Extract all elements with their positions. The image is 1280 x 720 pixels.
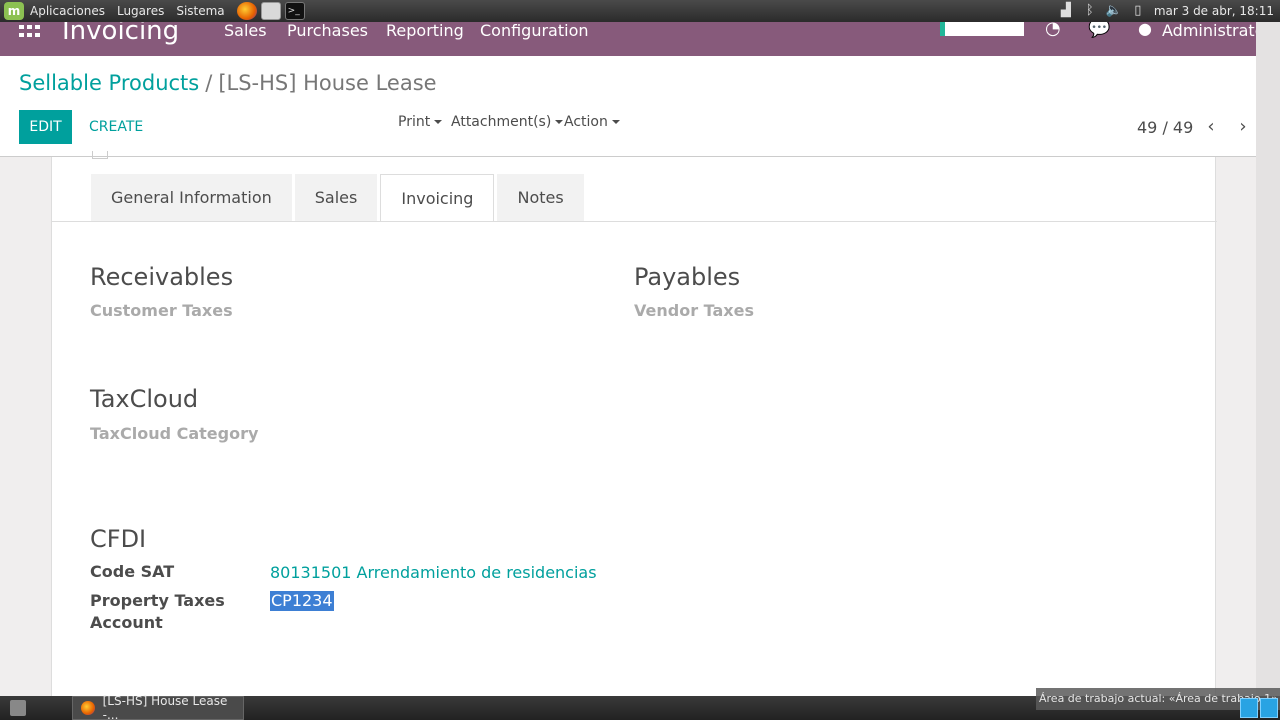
notebook-tabs: General Information Sales Invoicing Note… — [91, 174, 587, 222]
print-dropdown[interactable]: Print — [398, 114, 443, 130]
nav-menu-sales[interactable]: Sales — [224, 21, 267, 40]
user-menu[interactable]: Administrato — [1162, 21, 1265, 40]
os-top-panel: m Aplicaciones Lugares Sistema >_ ▟ ᛒ 🔈 … — [0, 0, 1280, 22]
create-button[interactable]: CREATE — [89, 110, 143, 144]
workspace-switcher[interactable] — [1240, 698, 1278, 718]
network-signal-icon[interactable]: ▟ — [1058, 3, 1074, 19]
taxcloud-category-label: TaxCloud Category — [90, 424, 259, 443]
edit-button[interactable]: EDIT — [19, 110, 72, 144]
attachments-dropdown[interactable]: Attachment(s) — [451, 114, 564, 130]
tab-invoicing[interactable]: Invoicing — [380, 174, 495, 222]
breadcrumb-separator: / — [205, 71, 213, 95]
apps-grid-icon[interactable] — [19, 25, 41, 39]
breadcrumb: Sellable Products / [LS-HS] House Lease — [19, 71, 437, 95]
property-taxes-label-line1: Property Taxes — [90, 591, 225, 610]
section-title-taxcloud: TaxCloud — [90, 385, 199, 413]
form-sheet: General Information Sales Invoicing Note… — [51, 151, 1217, 697]
tab-notes[interactable]: Notes — [497, 174, 584, 221]
vendor-taxes-label: Vendor Taxes — [634, 301, 754, 320]
section-title-receivables: Receivables — [90, 263, 234, 291]
volume-icon[interactable]: 🔈 — [1106, 3, 1122, 19]
section-title-cfdi: CFDI — [90, 525, 147, 553]
bluetooth-icon[interactable]: ᛒ — [1082, 3, 1098, 19]
activities-clock-icon[interactable]: ◔ — [1045, 20, 1067, 42]
attachments-dropdown-label: Attachment(s) — [451, 114, 552, 130]
pager-value[interactable]: 49 / 49 — [1137, 118, 1193, 137]
terminal-launcher-icon[interactable]: >_ — [284, 2, 305, 20]
os-clock[interactable]: mar 3 de abr, 18:11 — [1154, 4, 1274, 18]
pager-previous-chevron-left-icon[interactable]: ‹ — [1201, 116, 1221, 138]
caret-down-icon — [434, 120, 443, 124]
action-dropdown-label: Action — [564, 114, 608, 130]
checkbox-edge — [92, 151, 108, 159]
taskbar-window-button[interactable]: [LS-HS] House Lease -... — [72, 694, 244, 720]
control-panel: Sellable Products / [LS-HS] House Lease ED… — [0, 56, 1256, 157]
section-title-payables: Payables — [634, 263, 741, 291]
action-dropdown[interactable]: Action — [564, 114, 620, 130]
tab-general-information[interactable]: General Information — [91, 174, 292, 221]
property-taxes-account-value[interactable]: CP1234 — [270, 591, 334, 611]
messaging-chat-icon[interactable]: 💬 — [1088, 20, 1110, 42]
taskbar-window-title: [LS-HS] House Lease -... — [102, 694, 228, 720]
os-menu-places[interactable]: Lugares — [117, 4, 164, 18]
nav-menu-configuration[interactable]: Configuration — [480, 21, 589, 40]
battery-icon[interactable]: ▯ — [1130, 3, 1146, 19]
nav-menu-reporting[interactable]: Reporting — [386, 21, 464, 40]
breadcrumb-parent-link[interactable]: Sellable Products — [19, 71, 199, 95]
property-taxes-label-line2: Account — [90, 613, 163, 632]
tabs-divider — [52, 221, 1217, 222]
code-sat-label: Code SAT — [90, 562, 175, 581]
caret-down-icon — [611, 120, 620, 124]
breadcrumb-current: [LS-HS] House Lease — [218, 71, 437, 95]
nav-menu-purchases[interactable]: Purchases — [287, 21, 368, 40]
print-dropdown-label: Print — [398, 114, 431, 130]
firefox-launcher-icon[interactable] — [236, 2, 257, 20]
firefox-icon — [81, 701, 95, 715]
navbar-progress-widget[interactable] — [940, 22, 1024, 36]
code-sat-link[interactable]: 80131501 Arrendamiento de residencias — [270, 563, 597, 582]
linux-mint-menu-icon[interactable]: m — [4, 2, 24, 20]
app-navbar: Invoicing Sales Purchases Reporting Conf… — [0, 16, 1265, 56]
window-right-edge — [1256, 22, 1280, 696]
caret-down-icon — [555, 120, 564, 124]
system-tray: ▟ ᛒ 🔈 ▯ mar 3 de abr, 18:11 — [1058, 3, 1274, 19]
os-menu-system[interactable]: Sistema — [176, 4, 224, 18]
tab-sales[interactable]: Sales — [294, 174, 378, 221]
user-avatar-icon[interactable]: ● — [1138, 21, 1158, 40]
os-menu-applications[interactable]: Aplicaciones — [30, 4, 105, 18]
calculator-launcher-icon[interactable] — [260, 2, 281, 20]
pager-next-chevron-right-icon[interactable]: › — [1233, 116, 1253, 138]
show-desktop-icon[interactable] — [10, 700, 26, 716]
customer-taxes-label: Customer Taxes — [90, 301, 233, 320]
